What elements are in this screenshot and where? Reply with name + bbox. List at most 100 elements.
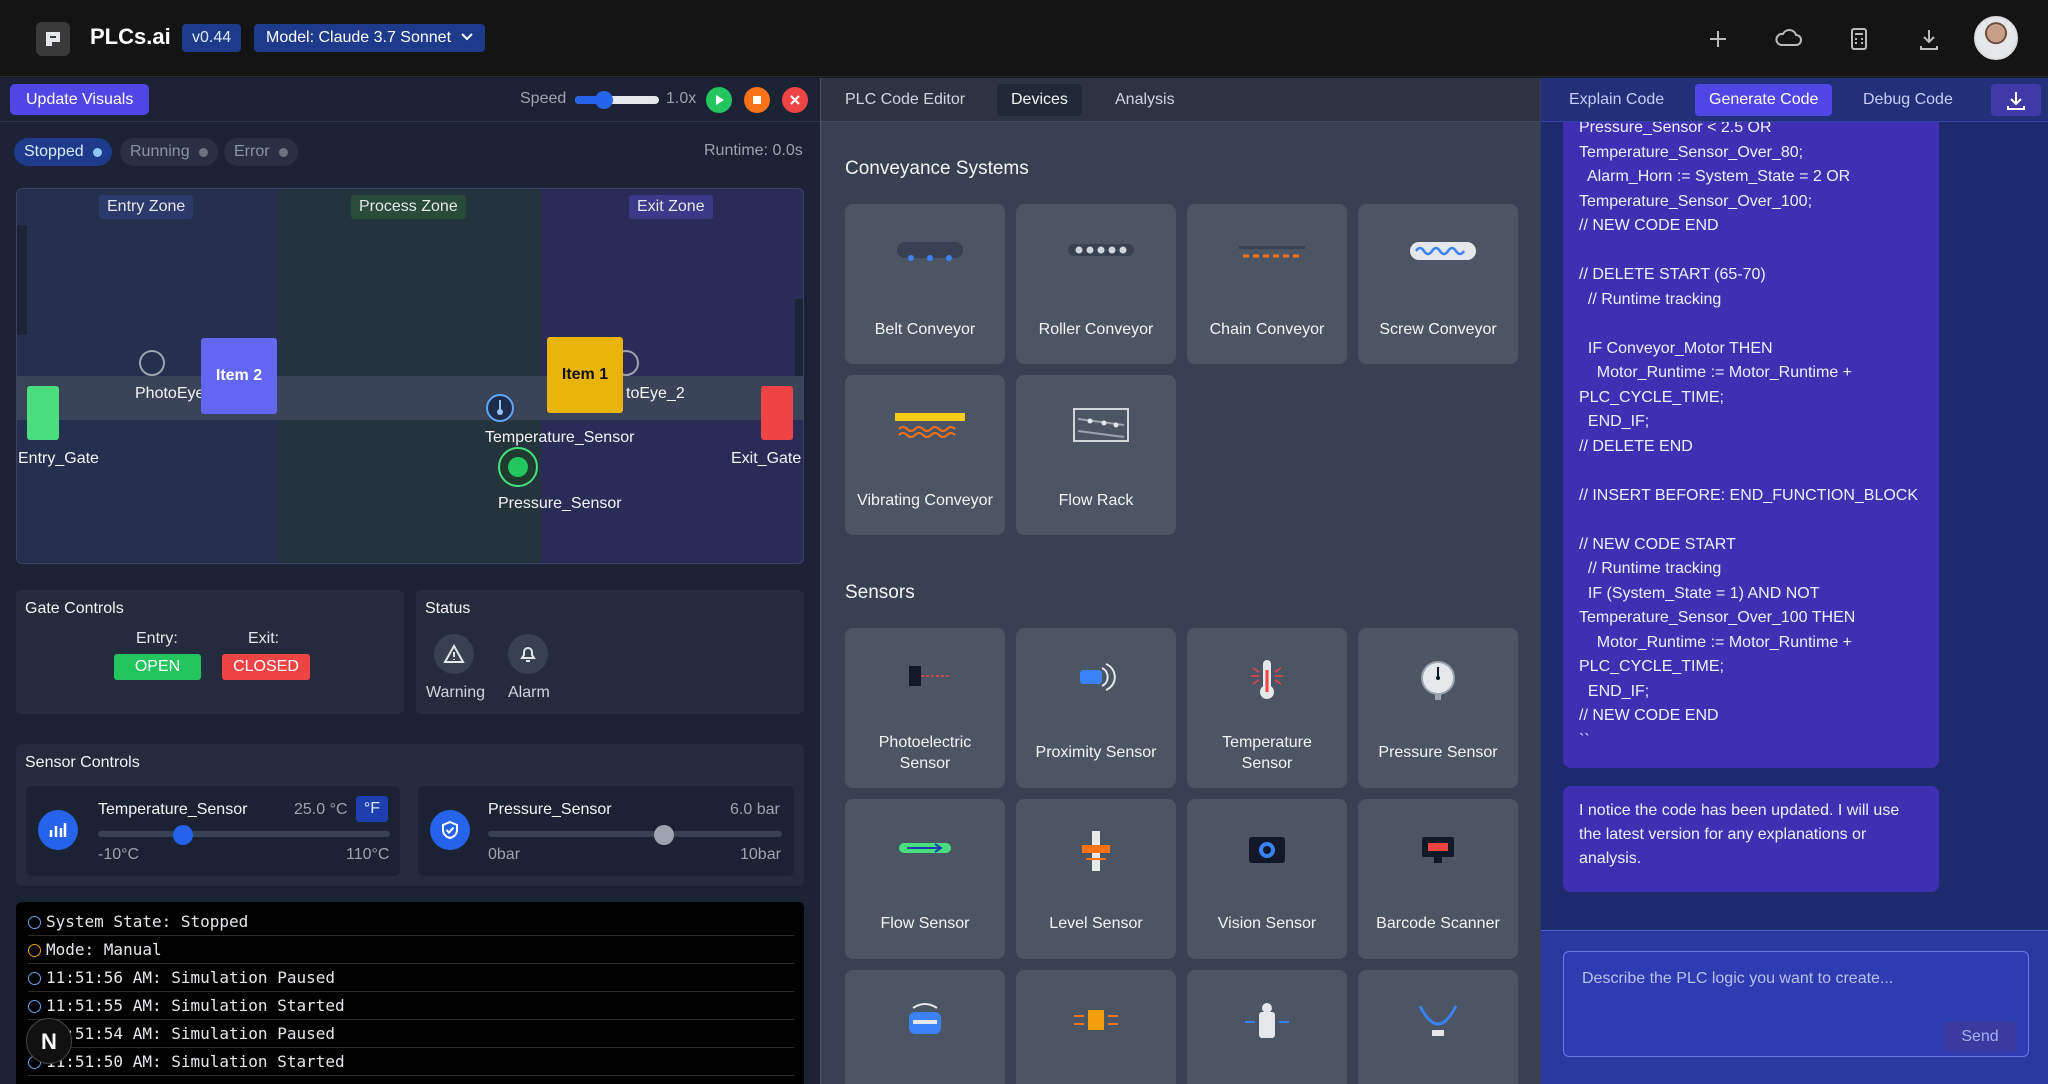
pressure-sensor-icon[interactable] <box>498 447 538 487</box>
device-flow-rack[interactable]: Flow Rack <box>1016 375 1176 535</box>
device-capacitive-sensor[interactable] <box>1016 970 1176 1084</box>
tab-debug-code[interactable]: Debug Code <box>1849 84 1967 116</box>
pressure-value: 6.0 bar <box>730 801 780 818</box>
code-line: IF Conveyor_Motor THEN <box>1579 339 1773 357</box>
log-line: Mode: Manual <box>28 936 794 964</box>
device-temperature-sensor[interactable]: Temperature Sensor <box>1187 628 1347 788</box>
entry-zone-wall <box>17 225 27 335</box>
entry-gate-toggle[interactable]: OPEN <box>114 654 201 680</box>
device-flow-sensor[interactable]: Flow Sensor <box>845 799 1005 959</box>
photoeye-1-icon[interactable] <box>139 350 165 376</box>
stop-button[interactable] <box>744 87 770 113</box>
device-label: Level Sensor <box>1049 915 1143 932</box>
floating-n-badge[interactable]: N <box>26 1018 72 1064</box>
pressure-slider[interactable] <box>488 825 782 845</box>
device-chain-conveyor[interactable]: Chain Conveyor <box>1187 204 1347 364</box>
speed-slider-handle[interactable] <box>595 91 613 109</box>
send-button[interactable]: Send <box>1944 1022 2016 1052</box>
model-selector[interactable]: Model: Claude 3.7 Sonnet <box>254 24 486 52</box>
item-2[interactable]: Item 2 <box>201 338 277 414</box>
limit-switch-icon <box>1245 1003 1289 1038</box>
speed-slider[interactable] <box>575 91 659 109</box>
level-sensor-icon <box>1082 831 1110 871</box>
input-placeholder: Describe the PLC logic you want to creat… <box>1582 970 1894 987</box>
device-roller-conveyor[interactable]: Roller Conveyor <box>1016 204 1176 364</box>
pressure-slider-handle[interactable] <box>654 825 675 845</box>
capacitive-sensor-icon <box>1074 1010 1118 1030</box>
tab-analysis[interactable]: Analysis <box>1101 84 1189 116</box>
device-vibrating-conveyor[interactable]: Vibrating Conveyor <box>845 375 1005 535</box>
flow-sensor-icon <box>899 843 951 853</box>
device-label: Temperature <box>1222 734 1312 751</box>
code-line: Motor_Runtime := Motor_Runtime + <box>1579 633 1852 651</box>
entry-zone-label: Entry Zone <box>99 195 194 219</box>
plc-logic-input[interactable]: Describe the PLC logic you want to creat… <box>1563 951 2029 1057</box>
tab-devices[interactable]: Devices <box>997 84 1082 116</box>
user-avatar[interactable] <box>1974 16 2018 60</box>
code-line: Pressure_Sensor < 2.5 OR <box>1579 122 1772 136</box>
inductive-sensor-icon <box>1418 1005 1458 1036</box>
simulation-canvas[interactable]: Entry Zone Process Zone Exit Zone Entry_… <box>16 188 804 564</box>
device-level-sensor[interactable]: Level Sensor <box>1016 799 1176 959</box>
code-line: // NEW CODE START <box>1579 535 1736 553</box>
assistant-panel: Explain Code Generate Code Debug Code Pr… <box>1540 78 2048 1084</box>
vibrating-conveyor-icon <box>895 413 965 438</box>
code-line: // Runtime tracking <box>1579 560 1722 577</box>
fahrenheit-toggle-button[interactable]: °F <box>356 796 388 822</box>
device-label: Sensor <box>1241 755 1293 772</box>
device-pressure-sensor[interactable]: Pressure Sensor <box>1358 628 1518 788</box>
exit-gate-toggle[interactable]: CLOSED <box>222 654 310 680</box>
device-photoelectric-sensor[interactable]: Photoelectric Sensor <box>845 628 1005 788</box>
exit-gate[interactable] <box>761 386 793 440</box>
note-line: analysis. <box>1579 850 1642 867</box>
status-dot-icon <box>198 148 208 157</box>
device-label: Belt Conveyor <box>874 321 976 338</box>
tab-plc-code-editor[interactable]: PLC Code Editor <box>831 84 979 116</box>
play-button[interactable] <box>706 87 732 113</box>
reset-button[interactable] <box>782 87 808 113</box>
warning-label: Warning <box>426 684 485 701</box>
code-line: END_IF; <box>1579 682 1650 700</box>
temperature-slider-handle[interactable] <box>172 825 193 845</box>
plus-icon[interactable] <box>1701 22 1735 56</box>
app-logo-icon[interactable] <box>36 22 70 56</box>
item-1[interactable]: Item 1 <box>547 337 623 413</box>
state-error[interactable]: Error <box>224 138 298 166</box>
bar-chart-icon <box>38 810 78 850</box>
cloud-icon[interactable] <box>1771 22 1805 56</box>
download-icon[interactable] <box>1912 22 1946 56</box>
state-running[interactable]: Running <box>120 138 218 166</box>
device-vision-sensor[interactable]: Vision Sensor <box>1187 799 1347 959</box>
device-label: Photoelectric <box>878 734 972 751</box>
code-line: `` <box>1579 731 1590 749</box>
entry-gate-control-label: Entry: <box>136 630 178 647</box>
tab-generate-code[interactable]: Generate Code <box>1695 84 1833 116</box>
note-line: the latest version for any explanations … <box>1579 826 1867 843</box>
temperature-slider[interactable] <box>98 825 390 845</box>
assistant-note-message: I notice the code has been updated. I wi… <box>1563 786 1939 892</box>
device-proximity-sensor[interactable]: Proximity Sensor <box>1016 628 1176 788</box>
event-log-console[interactable]: System State: Stopped Mode: Manual 11:51… <box>16 902 804 1084</box>
device-barcode-scanner[interactable]: Barcode Scanner <box>1358 799 1518 959</box>
state-stopped[interactable]: Stopped <box>14 138 112 166</box>
device-label: Screw Conveyor <box>1379 321 1497 338</box>
update-visuals-button[interactable]: Update Visuals <box>10 84 150 115</box>
temperature-min: -10°C <box>98 846 140 863</box>
temperature-sensor-icon[interactable] <box>486 394 514 422</box>
calculator-icon[interactable] <box>1842 22 1876 56</box>
code-line: PLC_CYCLE_TIME; <box>1579 658 1724 675</box>
generated-code-message[interactable]: Pressure_Sensor < 2.5 OR Temperature_Sens… <box>1563 122 1939 768</box>
code-line: IF (System_State = 1) AND NOT <box>1579 584 1820 602</box>
device-ultrasonic-sensor[interactable] <box>845 970 1005 1084</box>
tab-explain-code[interactable]: Explain Code <box>1555 84 1678 116</box>
device-belt-conveyor[interactable]: Belt Conveyor <box>845 204 1005 364</box>
status-title: Status <box>425 600 471 617</box>
device-limit-switch[interactable] <box>1187 970 1347 1084</box>
entry-gate[interactable] <box>27 386 59 440</box>
download-code-button[interactable] <box>1991 84 2041 116</box>
info-icon <box>28 972 41 985</box>
mode-icon <box>28 944 41 957</box>
device-inductive-sensor[interactable] <box>1358 970 1518 1084</box>
device-label: Sensor <box>899 755 951 772</box>
device-screw-conveyor[interactable]: Screw Conveyor <box>1358 204 1518 364</box>
